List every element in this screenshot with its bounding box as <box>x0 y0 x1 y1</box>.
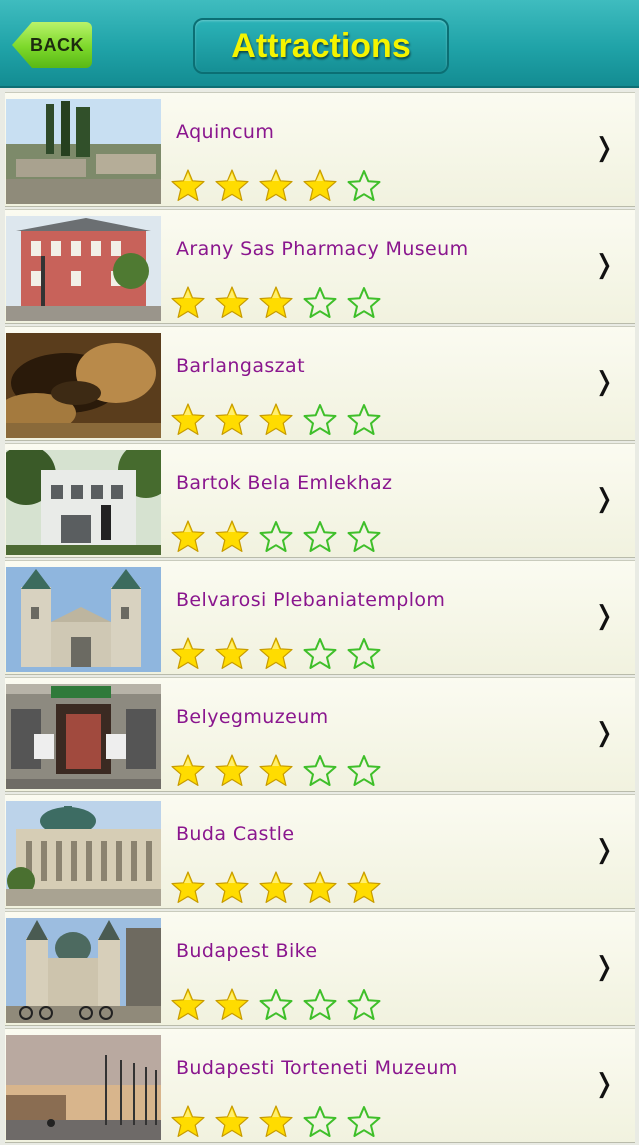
star-outline-icon <box>347 286 381 318</box>
star-filled-icon <box>347 871 381 903</box>
star-filled-icon <box>215 871 249 903</box>
chevron-right-icon: ❭ <box>593 601 615 631</box>
star-filled-icon <box>215 403 249 435</box>
star-filled-icon <box>171 286 205 318</box>
chevron-right-icon: ❭ <box>593 952 615 982</box>
top-bar: BACK Attractions <box>0 0 639 88</box>
star-filled-icon <box>215 520 249 552</box>
star-outline-icon <box>303 403 337 435</box>
star-rating <box>171 637 391 669</box>
star-filled-icon <box>171 403 205 435</box>
list-item[interactable]: Budapest Bike ❭ <box>5 911 635 1026</box>
star-filled-icon <box>171 637 205 669</box>
attractions-list: Aquincum ❭ Arany Sas Pharmacy Museum ❭ Barla… <box>5 92 635 1145</box>
item-name: Barlangaszat <box>176 355 305 377</box>
star-filled-icon <box>215 286 249 318</box>
church-icon <box>6 567 161 672</box>
item-name: Budapest Bike <box>176 940 318 962</box>
star-rating <box>171 520 391 552</box>
star-filled-icon <box>303 169 337 201</box>
list-item[interactable]: Buda Castle ❭ <box>5 794 635 909</box>
star-filled-icon <box>259 286 293 318</box>
chevron-right-icon: ❭ <box>593 1069 615 1099</box>
chevron-right-icon: ❭ <box>593 718 615 748</box>
basilica-icon <box>6 918 161 1023</box>
star-filled-icon <box>171 169 205 201</box>
list-item[interactable]: Bartok Bela Emlekhaz ❭ <box>5 443 635 558</box>
star-filled-icon <box>215 754 249 786</box>
star-outline-icon <box>347 637 381 669</box>
list-item[interactable]: Budapesti Torteneti Muzeum ❭ <box>5 1028 635 1143</box>
museum-icon <box>6 684 161 789</box>
item-name: Belyegmuzeum <box>176 706 329 728</box>
house-icon <box>6 450 161 555</box>
item-name: Bartok Bela Emlekhaz <box>176 472 393 494</box>
star-outline-icon <box>347 403 381 435</box>
star-filled-icon <box>303 871 337 903</box>
list-item[interactable]: Belyegmuzeum ❭ <box>5 677 635 792</box>
star-rating <box>171 286 391 318</box>
star-outline-icon <box>303 1105 337 1137</box>
star-rating <box>171 1105 391 1137</box>
star-outline-icon <box>347 754 381 786</box>
page-title: Attractions <box>231 26 411 65</box>
star-filled-icon <box>171 520 205 552</box>
list-item[interactable]: Aquincum ❭ <box>5 92 635 207</box>
star-filled-icon <box>259 754 293 786</box>
star-filled-icon <box>215 988 249 1020</box>
list-item[interactable]: Barlangaszat ❭ <box>5 326 635 441</box>
star-outline-icon <box>303 754 337 786</box>
chevron-right-icon: ❭ <box>593 133 615 163</box>
item-name: Arany Sas Pharmacy Museum <box>176 238 469 260</box>
castle-icon <box>6 801 161 906</box>
star-filled-icon <box>171 754 205 786</box>
star-outline-icon <box>259 520 293 552</box>
page-title-box: Attractions <box>193 18 449 74</box>
star-filled-icon <box>215 169 249 201</box>
star-filled-icon <box>215 1105 249 1137</box>
ruins-icon <box>6 99 161 204</box>
star-rating <box>171 988 391 1020</box>
star-filled-icon <box>171 988 205 1020</box>
star-outline-icon <box>347 520 381 552</box>
star-filled-icon <box>259 169 293 201</box>
star-filled-icon <box>171 1105 205 1137</box>
star-rating <box>171 754 391 786</box>
star-rating <box>171 403 391 435</box>
star-outline-icon <box>347 1105 381 1137</box>
chevron-right-icon: ❭ <box>593 484 615 514</box>
star-outline-icon <box>347 988 381 1020</box>
star-outline-icon <box>259 988 293 1020</box>
star-filled-icon <box>171 871 205 903</box>
chevron-right-icon: ❭ <box>593 250 615 280</box>
chevron-right-icon: ❭ <box>593 835 615 865</box>
star-outline-icon <box>347 169 381 201</box>
list-item[interactable]: Arany Sas Pharmacy Museum ❭ <box>5 209 635 324</box>
star-filled-icon <box>259 403 293 435</box>
building-icon <box>6 216 161 321</box>
star-outline-icon <box>303 988 337 1020</box>
back-button-label: BACK <box>30 34 84 55</box>
star-outline-icon <box>303 520 337 552</box>
star-rating <box>171 169 391 201</box>
star-filled-icon <box>259 1105 293 1137</box>
item-name: Budapesti Torteneti Muzeum <box>176 1057 458 1079</box>
back-button[interactable]: BACK <box>12 22 92 68</box>
star-filled-icon <box>259 637 293 669</box>
cave-icon <box>6 333 161 438</box>
chevron-right-icon: ❭ <box>593 367 615 397</box>
star-outline-icon <box>303 286 337 318</box>
promenade-icon <box>6 1035 161 1140</box>
item-name: Buda Castle <box>176 823 295 845</box>
star-filled-icon <box>215 637 249 669</box>
star-filled-icon <box>259 871 293 903</box>
item-name: Belvarosi Plebaniatemplom <box>176 589 446 611</box>
star-outline-icon <box>303 637 337 669</box>
item-name: Aquincum <box>176 121 275 143</box>
star-rating <box>171 871 391 903</box>
list-item[interactable]: Belvarosi Plebaniatemplom ❭ <box>5 560 635 675</box>
